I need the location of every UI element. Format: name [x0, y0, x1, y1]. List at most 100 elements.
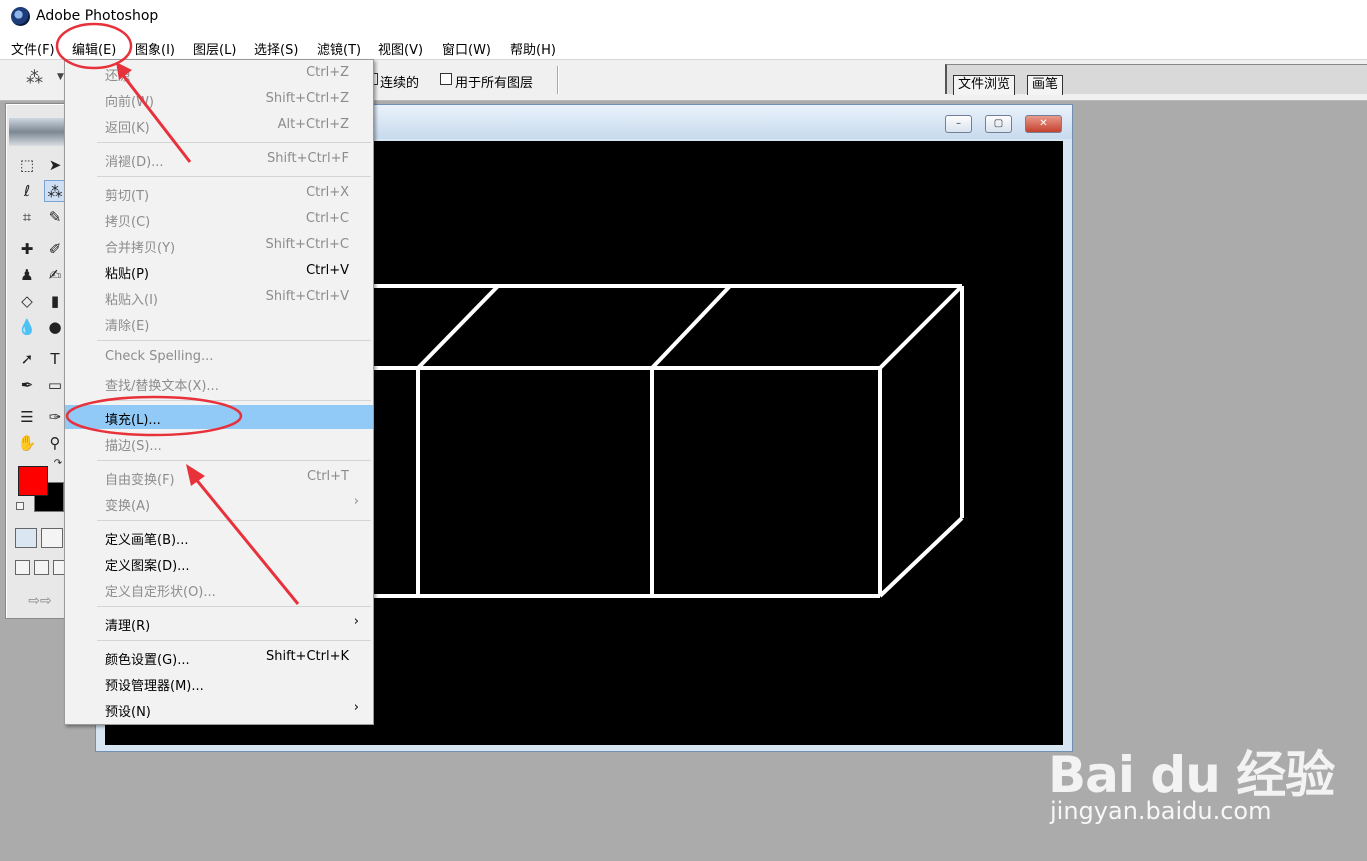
menu-item-label: 粘贴(P) [105, 267, 149, 282]
eyedropper-tool-icon[interactable]: ✑ [44, 406, 66, 428]
edit-menu-item[interactable]: 还原 Ctrl+Z [65, 61, 373, 85]
menu-item-shortcut: Alt+Ctrl+Z [277, 117, 349, 132]
magic-wand-tool-icon[interactable]: ⁂ [44, 180, 66, 202]
full-screen-menu-mode-button[interactable] [34, 560, 49, 575]
menu-item-label: 合并拷贝(Y) [105, 241, 176, 256]
move-tool-icon[interactable]: ➤ [44, 154, 66, 176]
menu-item-shortcut: Ctrl+T [307, 469, 349, 484]
eraser-tool-icon[interactable]: ◇ [16, 290, 38, 312]
clone-stamp-tool-icon[interactable]: ♟ [16, 264, 38, 286]
edit-menu-item[interactable]: 清除(E) [65, 311, 373, 335]
menu-select[interactable]: 选择(S) [254, 39, 298, 58]
shape-tool-icon[interactable]: ▭ [44, 374, 66, 396]
zoom-tool-icon[interactable]: ⚲ [44, 432, 66, 454]
foreground-color-swatch[interactable] [18, 466, 48, 496]
palette-well: 文件浏览 画笔 [945, 64, 1367, 95]
edit-menu-item[interactable]: 颜色设置(G)... Shift+Ctrl+K [65, 645, 373, 669]
edit-menu-item[interactable]: 消褪(D)... Shift+Ctrl+F [65, 147, 373, 171]
edit-menu-item[interactable]: 描边(S)... [65, 431, 373, 455]
edit-menu-item[interactable]: 定义自定形状(O)... [65, 577, 373, 601]
edit-menu-item[interactable]: 自由变换(F) Ctrl+T [65, 465, 373, 489]
magic-wand-preset-icon[interactable]: ⁂ [26, 68, 43, 88]
menu-item-label: 拷贝(C) [105, 215, 151, 230]
menu-window[interactable]: 窗口(W) [442, 39, 491, 58]
top-diagonal-2 [650, 284, 732, 370]
contiguous-label: 连续的 [380, 76, 420, 91]
lasso-tool-icon[interactable]: ℓ [16, 180, 38, 202]
menu-item-label: 清理(R) [105, 619, 151, 634]
edit-menu-item[interactable]: 预设(N) › [65, 697, 373, 721]
path-selection-tool-icon[interactable]: ➚ [16, 348, 38, 370]
minimize-button[interactable]: – [945, 115, 972, 133]
healing-brush-tool-icon[interactable]: ✚ [16, 238, 38, 260]
close-button[interactable]: ✕ [1025, 115, 1062, 133]
menu-item-label: 向前(W) [105, 95, 154, 110]
history-brush-tool-icon[interactable]: ✍ [44, 264, 66, 286]
edit-menu-item[interactable]: 定义图案(D)... [65, 551, 373, 575]
menu-item-label: 描边(S)... [105, 439, 162, 454]
menu-item-label: 自由变换(F) [105, 473, 175, 488]
hand-tool-icon[interactable]: ✋ [16, 432, 38, 454]
menu-image[interactable]: 图象(I) [135, 39, 175, 58]
edit-menu-item[interactable]: 粘贴(P) Ctrl+V [65, 259, 373, 283]
crop-tool-icon[interactable]: ⌗ [16, 206, 38, 228]
notes-tool-icon[interactable]: ☰ [16, 406, 38, 428]
edit-menu-item[interactable]: 变换(A) › [65, 491, 373, 515]
edit-menu-item[interactable]: 返回(K) Alt+Ctrl+Z [65, 113, 373, 137]
edit-menu-item[interactable]: 粘贴入(I) Shift+Ctrl+V [65, 285, 373, 309]
menu-help[interactable]: 帮助(H) [510, 39, 556, 58]
edit-menu-item[interactable]: 拷贝(C) Ctrl+C [65, 207, 373, 231]
menu-edit[interactable]: 编辑(E) [72, 39, 116, 58]
chevron-down-icon[interactable]: ▼ [57, 72, 64, 82]
blur-tool-icon[interactable]: 💧 [16, 316, 38, 338]
tab-file-browser[interactable]: 文件浏览 [953, 75, 1016, 95]
menu-item-label: 定义画笔(B)... [105, 533, 189, 548]
all-layers-checkbox[interactable] [440, 73, 452, 85]
menu-item-label: 查找/替换文本(X)... [105, 379, 219, 394]
menu-view[interactable]: 视图(V) [378, 39, 423, 58]
menu-file[interactable]: 文件(F) [11, 39, 55, 58]
menu-item-label: 还原 [105, 69, 132, 84]
toolbox: ⬚ ➤ ℓ ⁂ ⌗ ✎ ✚ ✐ ♟ ✍ ◇ ▮ 💧 ● ➚ T ✒ ▭ ☰ ✑ … [5, 103, 69, 619]
dodge-tool-icon[interactable]: ● [44, 316, 66, 338]
pen-tool-icon[interactable]: ✒ [16, 374, 38, 396]
jump-to-imageready-icon[interactable]: ⇨⇨ [16, 590, 64, 612]
edit-menu-item[interactable]: 合并拷贝(Y) Shift+Ctrl+C [65, 233, 373, 257]
menu-layer[interactable]: 图层(L) [193, 39, 236, 58]
menu-item-shortcut: Shift+Ctrl+F [267, 151, 349, 166]
edit-menu-item[interactable]: 预设管理器(M)... [65, 671, 373, 695]
edit-menu-item[interactable]: 剪切(T) Ctrl+X [65, 181, 373, 205]
quick-mask-mode-button[interactable] [41, 528, 63, 548]
menu-item-label: 粘贴入(I) [105, 293, 158, 308]
standard-mode-button[interactable] [15, 528, 37, 548]
submenu-arrow-icon: › [353, 700, 359, 715]
edit-menu-item[interactable]: 向前(W) Shift+Ctrl+Z [65, 87, 373, 111]
right-top-diagonal [878, 284, 964, 370]
menu-filter[interactable]: 滤镜(T) [317, 39, 361, 58]
menu-item-label: 定义图案(D)... [105, 559, 190, 574]
top-diagonal-1 [416, 284, 500, 370]
submenu-arrow-icon: › [353, 614, 359, 629]
gradient-tool-icon[interactable]: ▮ [44, 290, 66, 312]
tab-brushes[interactable]: 画笔 [1027, 75, 1064, 95]
edit-menu-item[interactable]: 清理(R) › [65, 611, 373, 635]
menu-item-label: 颜色设置(G)... [105, 653, 190, 668]
edit-menu-item[interactable]: Check Spelling... [65, 345, 373, 369]
all-layers-label: 用于所有图层 [455, 76, 534, 91]
type-tool-icon[interactable]: T [44, 348, 66, 370]
maximize-button[interactable]: ▢ [985, 115, 1012, 133]
edit-menu-item[interactable]: 查找/替换文本(X)... [65, 371, 373, 395]
menu-separator [97, 340, 371, 341]
default-colors-icon[interactable] [16, 502, 24, 510]
menu-item-label: 预设管理器(M)... [105, 679, 204, 694]
edit-menu-item[interactable]: 定义画笔(B)... [65, 525, 373, 549]
marquee-tool-icon[interactable]: ⬚ [16, 154, 38, 176]
edit-menu-item[interactable]: 填充(L)... [65, 405, 373, 429]
menu-item-shortcut: Shift+Ctrl+V [265, 289, 349, 304]
slice-tool-icon[interactable]: ✎ [44, 206, 66, 228]
brush-tool-icon[interactable]: ✐ [44, 238, 66, 260]
options-divider [557, 66, 559, 94]
standard-screen-mode-button[interactable] [15, 560, 30, 575]
swap-colors-icon[interactable]: ↷ [52, 458, 64, 470]
toolbox-header-logo[interactable] [9, 118, 67, 146]
